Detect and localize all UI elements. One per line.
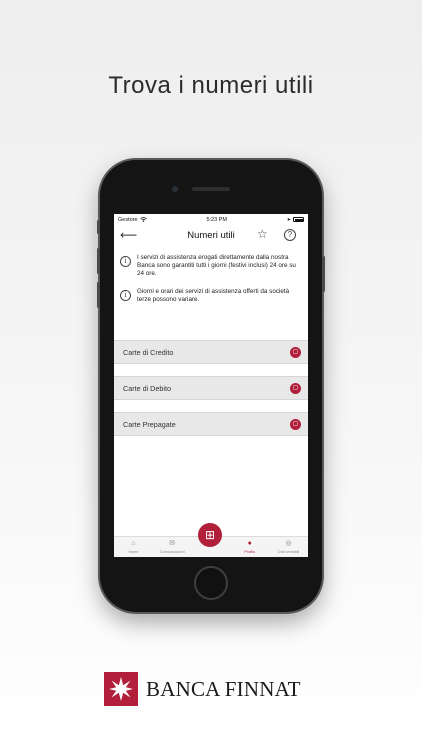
star-logo-icon <box>104 672 138 706</box>
tab-label: Dati sensibili <box>277 550 300 554</box>
card-debit-cards[interactable]: Carte di Debito ▢ <box>114 376 308 400</box>
info-text: Giorni e orari dei servizi di assistenza… <box>137 287 290 303</box>
battery-icon <box>292 217 304 222</box>
info-text: I servizi di assistenza erogati direttam… <box>137 254 296 278</box>
mute-switch <box>97 220 100 234</box>
status-time: 5:23 PM <box>206 216 227 223</box>
expand-icon[interactable]: ▢ <box>290 347 301 358</box>
profile-icon: ● <box>247 540 252 547</box>
grid-menu-button[interactable]: ⊞ <box>198 523 222 547</box>
tab-profile[interactable]: ● Profilo <box>230 537 269 557</box>
carrier-label: Gestore <box>118 216 138 223</box>
star-icon[interactable]: ☆ <box>257 228 268 240</box>
arrow-left-icon[interactable]: ⟵ <box>120 228 137 242</box>
page-title: Numeri utili <box>187 229 235 241</box>
tab-label: Home <box>128 550 139 554</box>
tab-label: Comunicazioni <box>159 550 185 554</box>
home-icon: ⌂ <box>131 540 136 547</box>
brand-name: BANCA FINNAT <box>146 676 301 701</box>
front-camera <box>172 186 178 192</box>
eye-icon: ◎ <box>285 540 292 547</box>
info-icon: i <box>120 289 131 301</box>
card-prepaid-cards[interactable]: Carte Prepagate ▢ <box>114 412 308 436</box>
grid-icon: ⊞ <box>204 528 216 542</box>
tab-label: Profilo <box>244 550 256 554</box>
info-icon: i <box>120 256 131 267</box>
wifi-icon <box>139 217 147 222</box>
info-note: i I servizi di assistenza erogati dirett… <box>114 254 308 279</box>
nav-bar: ⟵ Numeri utili ☆ ? <box>114 225 308 245</box>
volume-down-button <box>97 282 100 308</box>
power-button <box>322 256 325 292</box>
app-screen: Gestore 5:23 PM ➤ ⟵ Numeri utili ☆ ? i I… <box>114 214 308 557</box>
expand-icon[interactable]: ▢ <box>290 383 301 394</box>
mail-icon: ✉ <box>169 540 176 547</box>
tab-communications[interactable]: ✉ Comunicazioni <box>153 537 192 557</box>
help-icon[interactable]: ? <box>284 229 296 241</box>
home-button <box>194 566 228 600</box>
card-label: Carte di Credito <box>123 347 174 357</box>
card-label: Carte di Debito <box>123 383 171 393</box>
status-bar: Gestore 5:23 PM ➤ <box>114 214 308 225</box>
location-arrow-icon: ➤ <box>286 216 291 223</box>
tab-sensitive-data[interactable]: ◎ Dati sensibili <box>269 537 308 557</box>
headline: Trova i numeri utili <box>108 72 314 99</box>
earpiece-speaker <box>192 187 230 191</box>
brand-logo: BANCA FINNAT <box>104 672 301 706</box>
volume-up-button <box>97 248 100 274</box>
card-credit-cards[interactable]: Carte di Credito ▢ <box>114 340 308 364</box>
card-label: Carte Prepagate <box>123 419 176 429</box>
info-note: i Giorni e orari dei servizi di assisten… <box>114 288 308 304</box>
expand-icon[interactable]: ▢ <box>290 419 301 430</box>
tab-home[interactable]: ⌂ Home <box>114 537 153 557</box>
phone-frame: Gestore 5:23 PM ➤ ⟵ Numeri utili ☆ ? i I… <box>97 160 325 612</box>
